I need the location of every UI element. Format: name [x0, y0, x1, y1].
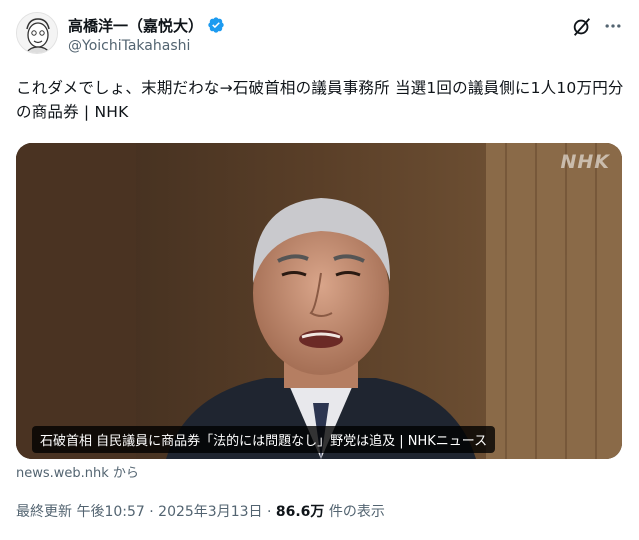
grok-icon[interactable]: [571, 16, 593, 38]
card-caption: 石破首相 自民議員に商品券「法的には問題なし」野党は追及 | NHKニュース: [32, 426, 496, 453]
news-photo: [16, 143, 622, 459]
display-name[interactable]: 高橋洋一（嘉悦大）: [68, 15, 203, 36]
avatar[interactable]: [16, 12, 58, 54]
handle[interactable]: @YoichiTakahashi: [68, 38, 225, 54]
verified-badge-icon[interactable]: [207, 16, 225, 34]
view-label: 件の表示: [324, 504, 385, 520]
tweet-header: 高橋洋一（嘉悦大） @YoichiTakahashi: [16, 12, 623, 60]
link-card[interactable]: NHK 石破首相 自民議員に商品券「法的には問題なし」野党は追及 | NHKニュ…: [16, 143, 622, 459]
tweet-time[interactable]: 最終更新 午後10:57: [16, 504, 145, 520]
tweet-text: これダメでしょ、末期だわな→石破首相の議員事務所 当選1回の議員側に1人10万円…: [16, 79, 624, 121]
nhk-watermark: NHK: [560, 151, 610, 173]
author-names: 高橋洋一（嘉悦大） @YoichiTakahashi: [68, 15, 225, 54]
meta-separator: ·: [262, 504, 276, 520]
display-name-row: 高橋洋一（嘉悦大）: [68, 15, 225, 35]
meta-separator: ·: [144, 504, 159, 520]
more-icon[interactable]: [603, 16, 623, 36]
card-source[interactable]: news.web.nhk から: [16, 462, 139, 481]
view-count: 86.6万: [275, 504, 325, 520]
tweet-date[interactable]: 2025年3月13日: [158, 504, 262, 520]
tweet-meta: 最終更新 午後10:57 · 2025年3月13日 · 86.6万 件の表示: [16, 501, 385, 521]
